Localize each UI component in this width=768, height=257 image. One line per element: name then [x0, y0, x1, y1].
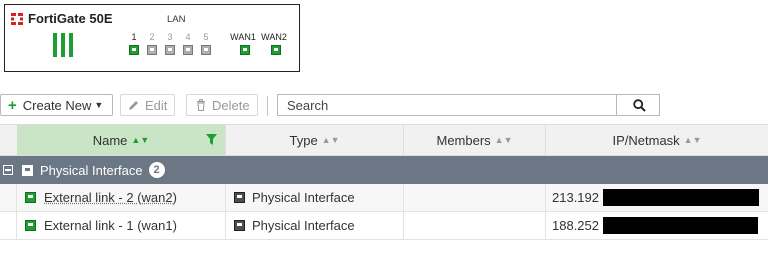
port-wan2-icon[interactable] — [271, 45, 281, 55]
table-row[interactable]: External link - 2 (wan2) Physical Interf… — [0, 184, 768, 212]
ip-value: 188.252 — [552, 218, 599, 233]
edit-button[interactable]: Edit — [120, 94, 175, 116]
interface-type: Physical Interface — [252, 190, 355, 205]
status-leds — [53, 33, 73, 57]
search-box — [277, 94, 660, 116]
edit-label: Edit — [145, 97, 168, 113]
count-badge: 2 — [148, 162, 165, 178]
column-header-ip-netmask[interactable]: IP/Netmask ▲▼ — [546, 125, 768, 155]
delete-button[interactable]: Delete — [186, 94, 258, 116]
column-members-label: Members — [436, 132, 491, 148]
sort-icon: ▲▼ — [683, 135, 702, 145]
port-5-icon[interactable] — [201, 45, 211, 55]
ip-value: 213.192 — [552, 190, 599, 205]
port-wan1-icon[interactable] — [240, 45, 250, 55]
group-label: Physical Interface — [40, 162, 143, 178]
port-1-icon[interactable] — [129, 45, 139, 55]
name-cell[interactable]: External link - 1 (wan1) — [17, 212, 226, 239]
type-cell: Physical Interface — [226, 184, 404, 211]
toolbar-divider — [267, 96, 268, 116]
column-header-type[interactable]: Type ▲▼ — [226, 125, 404, 155]
toolbar: + Create New ▼ Edit Delete — [0, 94, 768, 118]
column-header-members[interactable]: Members ▲▼ — [404, 125, 546, 155]
search-button[interactable] — [616, 95, 661, 115]
port-2-icon[interactable] — [147, 45, 157, 55]
members-cell — [404, 212, 546, 239]
type-cell: Physical Interface — [226, 212, 404, 239]
group-row-physical-interface[interactable]: Physical Interface 2 — [0, 156, 768, 184]
interface-name[interactable]: External link - 1 (wan1) — [44, 218, 177, 233]
interface-type: Physical Interface — [252, 218, 355, 233]
create-new-label: Create New — [22, 97, 92, 113]
column-header-name[interactable]: Name ▲▼ — [17, 125, 226, 155]
port-label-2: 2 — [149, 32, 155, 42]
port-icon — [234, 220, 245, 231]
collapse-icon[interactable] — [3, 165, 13, 175]
delete-label: Delete — [212, 97, 250, 113]
port-label-wan1: WAN1 — [230, 32, 256, 42]
trash-icon — [197, 99, 205, 111]
redaction-block — [603, 189, 759, 206]
port-label-wan2: WAN2 — [261, 32, 287, 42]
table-row[interactable]: External link - 1 (wan1) Physical Interf… — [0, 212, 768, 240]
port-label-3: 3 — [167, 32, 173, 42]
sort-icon: ▲▼ — [131, 135, 150, 145]
port-4-icon[interactable] — [183, 45, 193, 55]
device-faceplate: FortiGate 50E LAN 1 2 3 4 5 WAN1 WAN2 — [4, 4, 300, 72]
filter-icon[interactable] — [206, 134, 217, 145]
table-header: Name ▲▼ Type ▲▼ Members ▲▼ IP/Netmask ▲▼ — [0, 124, 768, 156]
sort-icon: ▲▼ — [321, 135, 340, 145]
ip-cell: 213.192 — [546, 184, 768, 211]
port-label-4: 4 — [185, 32, 191, 42]
row-selector[interactable] — [0, 184, 17, 211]
lan-label: LAN — [167, 14, 186, 25]
search-input[interactable] — [278, 95, 629, 115]
redaction-block — [603, 217, 758, 234]
port-icon — [25, 192, 36, 203]
name-cell[interactable]: External link - 2 (wan2) — [17, 184, 226, 211]
column-name-label: Name — [92, 132, 128, 148]
column-ip-label: IP/Netmask — [612, 132, 680, 148]
row-selector[interactable] — [0, 212, 17, 239]
interface-name[interactable]: External link - 2 (wan2) — [44, 190, 177, 205]
plus-icon: + — [8, 96, 17, 114]
interface-icon — [22, 164, 33, 176]
ip-cell: 188.252 — [546, 212, 768, 239]
pencil-icon — [129, 101, 138, 110]
caret-down-icon: ▼ — [94, 100, 104, 110]
port-3-icon[interactable] — [165, 45, 175, 55]
search-icon — [632, 98, 646, 112]
sort-icon: ▲▼ — [494, 135, 513, 145]
port-label-1: 1 — [131, 32, 137, 42]
port-label-5: 5 — [203, 32, 209, 42]
device-name: FortiGate 50E — [28, 11, 113, 26]
column-type-label: Type — [289, 132, 318, 148]
create-new-button[interactable]: + Create New ▼ — [0, 94, 113, 116]
fortinet-logo-icon — [11, 13, 23, 25]
port-icon — [234, 192, 245, 203]
port-icon — [25, 220, 36, 231]
members-cell — [404, 184, 546, 211]
